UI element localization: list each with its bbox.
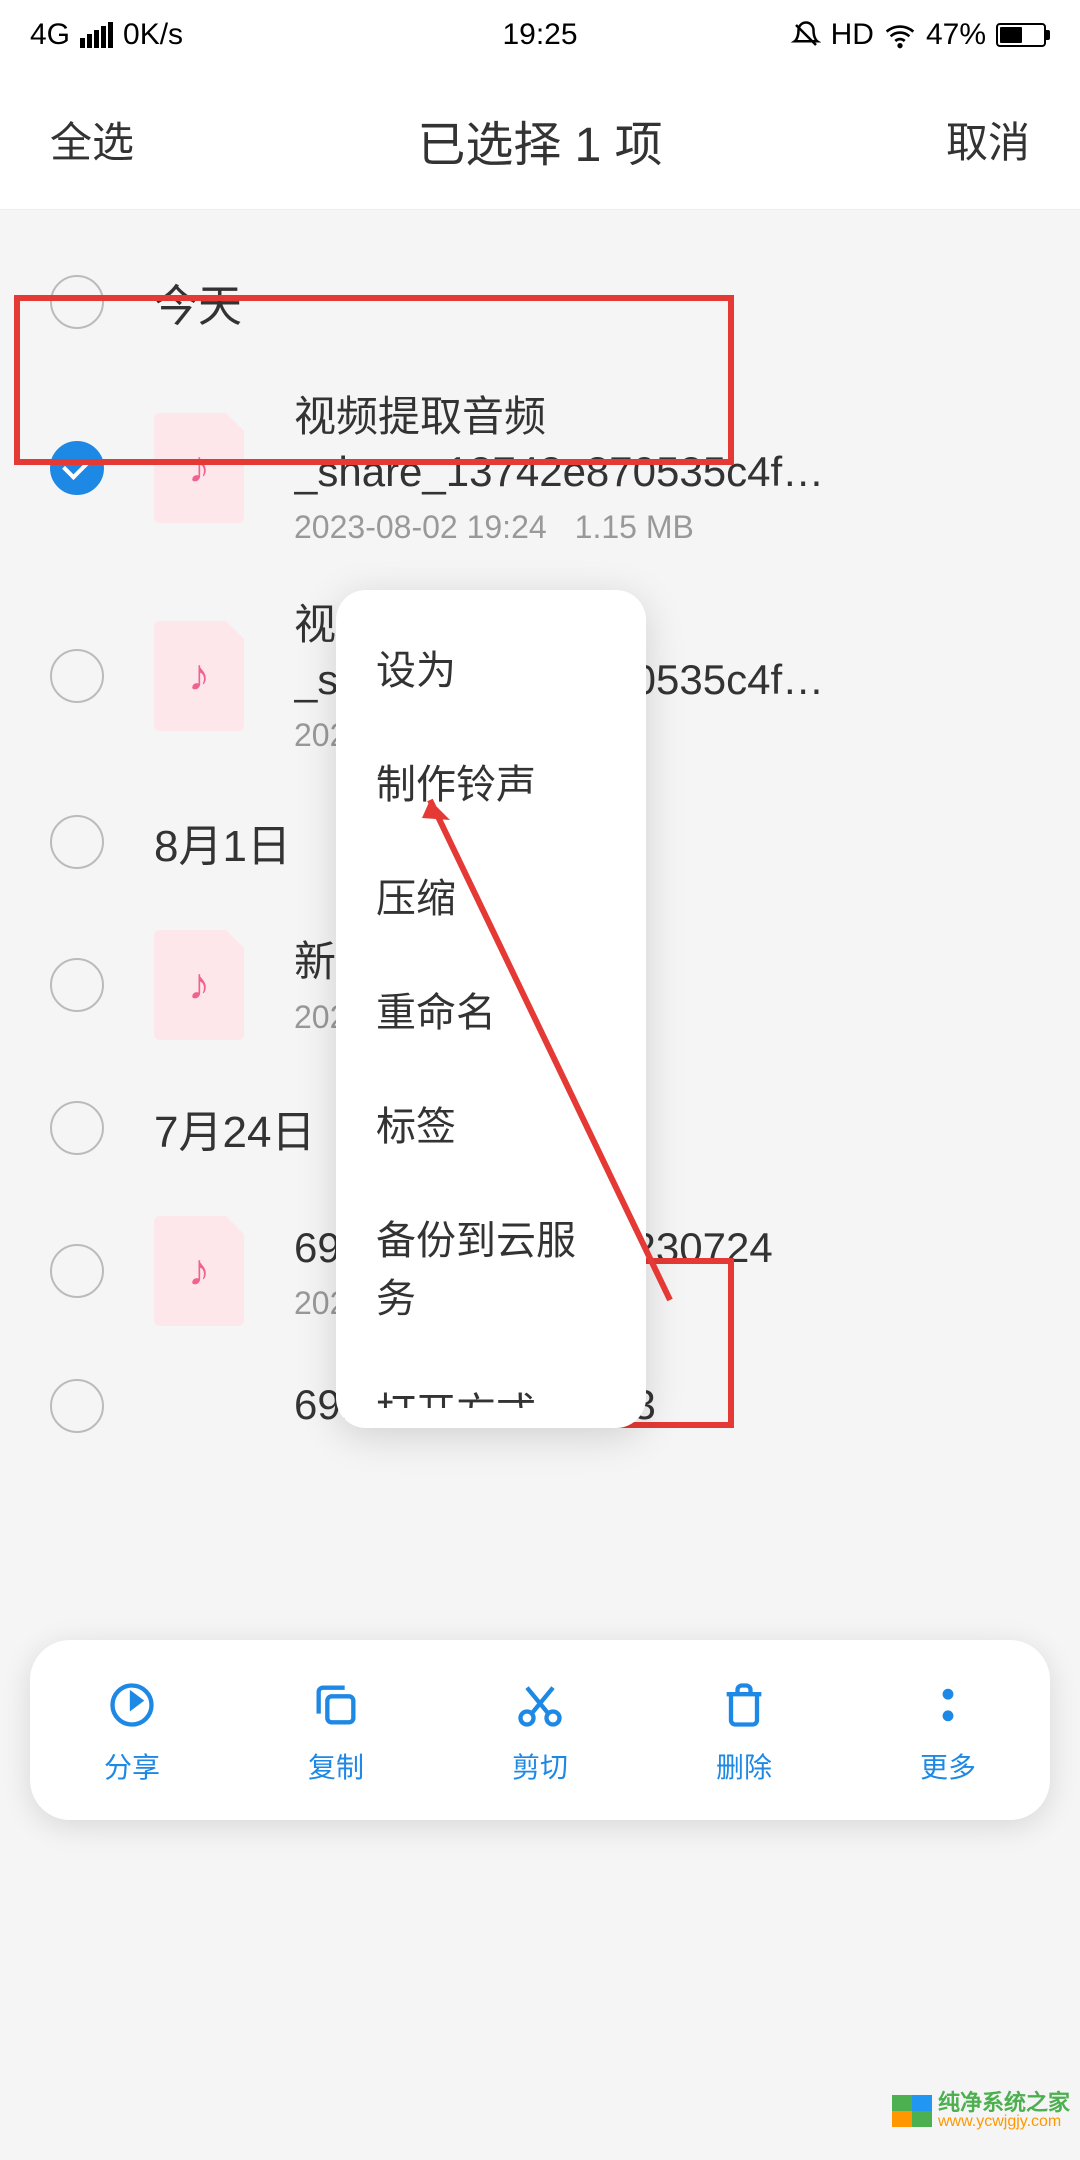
music-file-icon: ♪ [154,930,244,1040]
section-title: 今天 [154,270,242,334]
cancel-button[interactable]: 取消 [946,109,1030,170]
watermark-text: 纯净系统之家 [938,2092,1070,2114]
share-button[interactable]: 分享 [62,1674,202,1786]
system-nav-bar [0,1850,1080,1980]
copy-icon [310,1674,362,1736]
section-title: 7月24日 [154,1096,315,1160]
menu-tag[interactable]: 标签 [336,1066,646,1180]
more-button[interactable]: 更多 [878,1674,1018,1786]
menu-compress[interactable]: 压缩 [336,838,646,952]
music-file-icon: ♪ [154,1216,244,1326]
share-icon [106,1674,158,1736]
section-checkbox[interactable] [50,815,104,869]
mute-icon [791,20,821,50]
file-checkbox[interactable] [50,1379,104,1433]
page-title: 已选择 1 项 [417,105,662,175]
file-name: 视频提取音频_share_13742e870535c4f… [294,390,1030,499]
status-time: 19:25 [502,18,577,52]
delete-button[interactable]: 删除 [674,1674,814,1786]
network-speed: 0K/s [123,18,183,52]
menu-set-as[interactable]: 设为 [336,610,646,724]
file-checkbox[interactable] [50,441,104,495]
menu-make-ringtone[interactable]: 制作铃声 [336,724,646,838]
file-checkbox[interactable] [50,958,104,1012]
action-toolbar: 分享 复制 剪切 删除 更多 [30,1640,1050,1820]
section-header-today[interactable]: 今天 [0,240,1080,364]
hd-indicator: HD [831,18,874,52]
battery-percent: 47% [926,18,986,52]
cut-button[interactable]: 剪切 [470,1674,610,1786]
cut-icon [514,1674,566,1736]
watermark-logo-icon [892,2095,932,2127]
copy-button[interactable]: 复制 [266,1674,406,1786]
select-all-button[interactable]: 全选 [50,109,134,170]
section-title: 8月1日 [154,810,291,874]
file-meta: 2023-08-02 19:241.15 MB [294,509,1030,546]
music-file-icon: ♪ [154,413,244,523]
menu-open-with[interactable]: 打开方式 [336,1352,646,1408]
context-menu: 设为 制作铃声 压缩 重命名 标签 备份到云服务 打开方式 [336,590,646,1428]
section-checkbox[interactable] [50,1101,104,1155]
wifi-icon [884,19,916,51]
file-checkbox[interactable] [50,1244,104,1298]
status-bar: 4G 0K/s 19:25 HD 47% [0,0,1080,70]
file-item[interactable]: ♪ 视频提取音频_share_13742e870535c4f… 2023-08-… [0,364,1080,572]
menu-backup-cloud[interactable]: 备份到云服务 [336,1180,646,1352]
signal-icon [80,22,113,48]
more-icon [922,1674,974,1736]
section-checkbox[interactable] [50,275,104,329]
menu-rename[interactable]: 重命名 [336,952,646,1066]
watermark: 纯净系统之家 www.ycwjgjy.com [892,2092,1070,2130]
music-file-icon: ♪ [154,621,244,731]
selection-header: 全选 已选择 1 项 取消 [0,70,1080,210]
watermark-url: www.ycwjgjy.com [938,2114,1070,2130]
network-type: 4G [30,18,70,52]
file-checkbox[interactable] [50,649,104,703]
trash-icon [718,1674,770,1736]
battery-icon [996,23,1050,47]
